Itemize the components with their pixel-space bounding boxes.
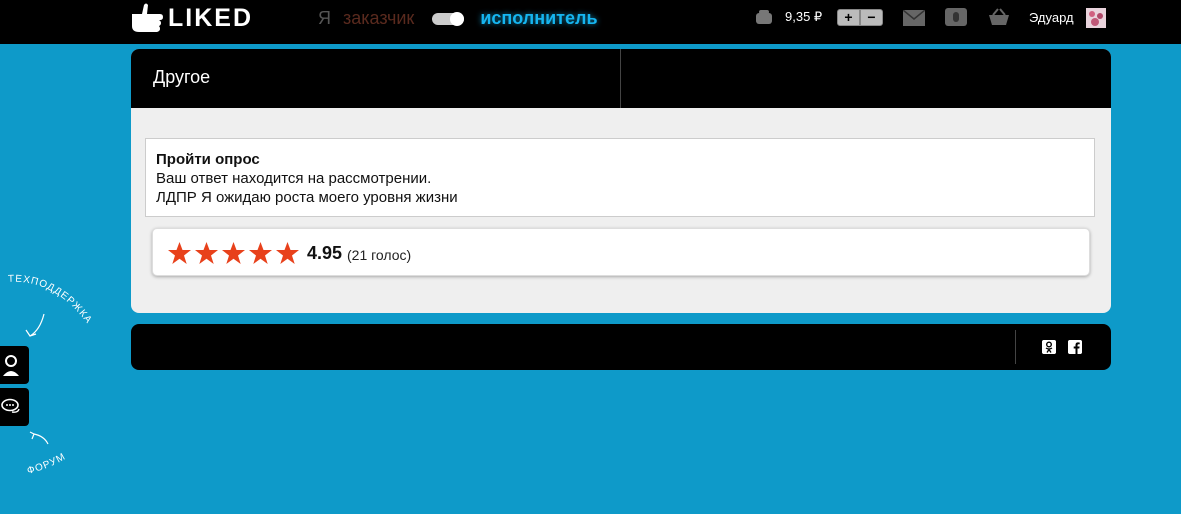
rating-box: 4.95 (21 голос) <box>152 228 1090 276</box>
star-icon[interactable] <box>248 241 273 265</box>
survey-status: Ваш ответ находится на рассмотрении. <box>156 170 432 187</box>
balance-controls: + − <box>837 9 883 26</box>
logo-text: LIKED <box>168 3 253 32</box>
forum-label[interactable]: ФОРУМ <box>20 428 100 478</box>
facebook-icon[interactable] <box>1068 340 1082 354</box>
support-label[interactable]: ТЕХПОДДЕРЖКА <box>4 268 114 358</box>
chat-bubble-icon <box>1 398 20 413</box>
forum-button[interactable] <box>0 388 29 426</box>
withdraw-button[interactable]: − <box>860 9 883 26</box>
avatar[interactable] <box>1086 8 1106 28</box>
top-bar: LIKED Я заказчик исполнитель 9,35 ₽ + − … <box>0 0 1181 44</box>
basket-icon[interactable] <box>988 8 1010 26</box>
role-switch: Я заказчик исполнитель <box>318 8 598 29</box>
mouse-icon[interactable] <box>945 8 967 26</box>
support-label-text: ТЕХПОДДЕРЖКА <box>8 274 93 326</box>
footer-divider <box>1015 330 1016 364</box>
star-icon[interactable] <box>275 241 300 265</box>
svg-text:ТЕХПОДДЕРЖКА: ТЕХПОДДЕРЖКА <box>8 274 94 326</box>
balance: 9,35 ₽ <box>785 9 823 24</box>
hand-icon <box>132 3 163 32</box>
star-icon[interactable] <box>167 241 192 265</box>
username[interactable]: Эдуард <box>1029 10 1074 25</box>
survey-card: Другое Пройти опрос Ваш ответ находится … <box>131 49 1111 313</box>
star-icon[interactable] <box>194 241 219 265</box>
forum-label-text: ФОРУМ <box>26 451 67 477</box>
header-divider <box>620 49 621 108</box>
card-header: Другое <box>131 49 1111 108</box>
arrow-down-icon <box>25 313 45 337</box>
role-performer-link[interactable]: исполнитель <box>480 8 597 29</box>
rating-votes: (21 голос) <box>347 247 412 263</box>
rating-value: 4.95 <box>307 243 343 263</box>
footer-bar <box>131 324 1111 370</box>
role-customer-link[interactable]: заказчик <box>343 8 414 29</box>
arrow-up-icon <box>29 431 49 445</box>
mail-icon[interactable] <box>903 10 925 26</box>
logo[interactable]: LIKED <box>130 2 253 34</box>
wallet-icon[interactable] <box>754 9 774 25</box>
support-person-icon <box>3 355 19 376</box>
rating-stars[interactable] <box>167 241 302 265</box>
support-button[interactable] <box>0 346 29 384</box>
page-title: Другое <box>153 67 211 87</box>
role-prefix: Я <box>318 8 331 28</box>
role-toggle[interactable] <box>432 11 465 26</box>
svg-text:ФОРУМ: ФОРУМ <box>26 451 68 477</box>
avatar-image <box>1086 8 1106 28</box>
odnoklassniki-icon[interactable] <box>1042 340 1056 354</box>
survey-answer: ЛДПР Я ожидаю роста моего уровня жизни <box>156 189 458 206</box>
survey-title[interactable]: Пройти опрос <box>156 151 260 168</box>
add-funds-button[interactable]: + <box>837 9 860 26</box>
star-icon[interactable] <box>221 241 246 265</box>
survey-box: Пройти опрос Ваш ответ находится на расс… <box>145 138 1095 217</box>
